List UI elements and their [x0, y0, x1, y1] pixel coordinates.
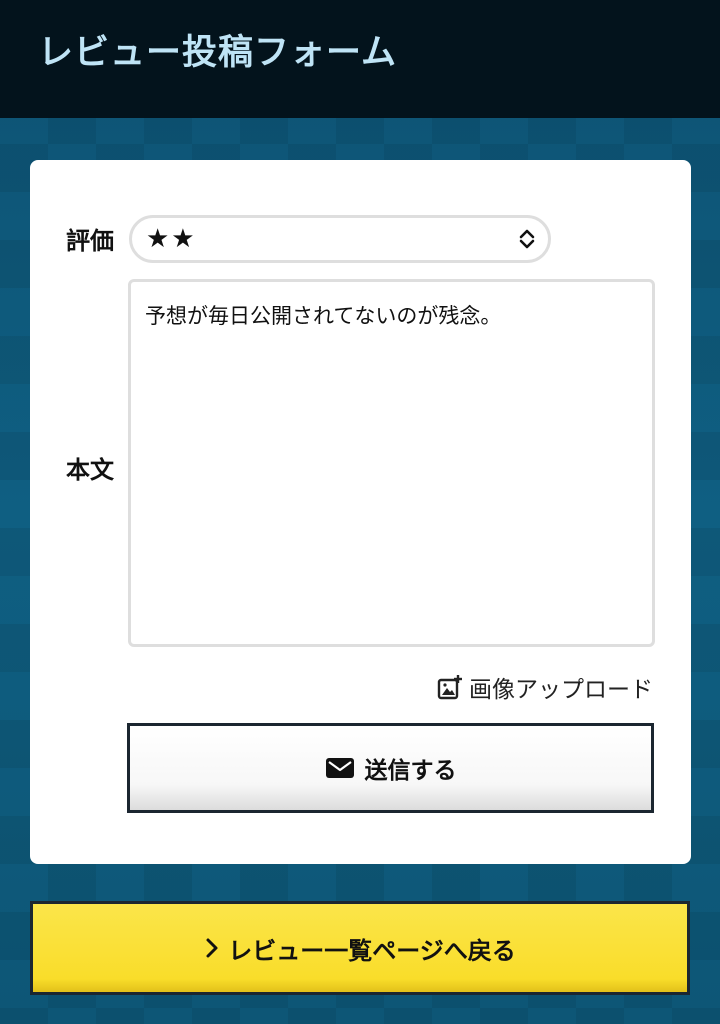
body-text-value: 予想が毎日公開されてないのが残念。 — [145, 304, 502, 328]
chevron-right-icon — [206, 938, 218, 958]
page-header: レビュー投稿フォーム — [0, 0, 720, 118]
rating-select[interactable]: ★★ — [129, 215, 551, 263]
body-label: 本文 — [66, 456, 114, 484]
image-add-icon — [437, 675, 462, 700]
review-form-card: 評価 ★★ 本文 予想が毎日公開されてないのが残念。 画像アップロード 送信する — [30, 160, 691, 864]
mail-icon — [325, 758, 354, 778]
back-to-reviews-button[interactable]: レビュー一覧ページへ戻る — [30, 901, 690, 995]
submit-label: 送信する — [364, 758, 457, 784]
body-textarea[interactable]: 予想が毎日公開されてないのが残念。 — [128, 279, 655, 647]
image-upload-label: 画像アップロード — [469, 677, 653, 703]
rating-selected-value: ★★ — [146, 224, 197, 254]
select-chevron-icon — [519, 229, 535, 249]
page-title: レビュー投稿フォーム — [38, 33, 397, 73]
submit-button[interactable]: 送信する — [127, 723, 654, 813]
image-upload-link[interactable]: 画像アップロード — [437, 670, 653, 704]
rating-label: 評価 — [66, 227, 114, 255]
back-to-reviews-label: レビュー一覧ページへ戻る — [228, 936, 516, 965]
